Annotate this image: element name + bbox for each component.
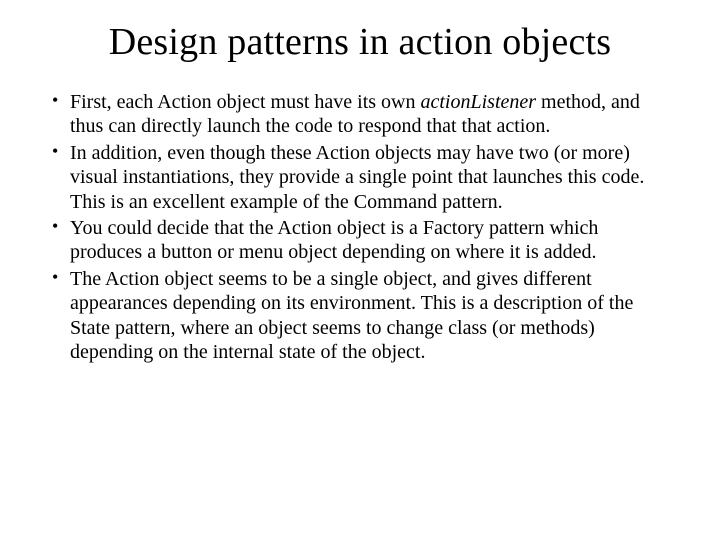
bullet-text-em: actionListener [421,91,537,113]
bullet-text-pre: You could decide that the Action object … [70,217,598,263]
bullet-text-pre: In addition, even though these Action ob… [70,142,644,213]
bullet-text-pre: The Action object seems to be a single o… [70,268,633,363]
list-item: The Action object seems to be a single o… [48,267,672,365]
list-item: First, each Action object must have its … [48,90,672,139]
slide-title: Design patterns in action objects [48,20,672,64]
bullet-text-pre: First, each Action object must have its … [70,91,421,113]
list-item: You could decide that the Action object … [48,216,672,265]
list-item: In addition, even though these Action ob… [48,141,672,214]
slide: Design patterns in action objects First,… [0,0,720,540]
bullet-list: First, each Action object must have its … [48,90,672,364]
